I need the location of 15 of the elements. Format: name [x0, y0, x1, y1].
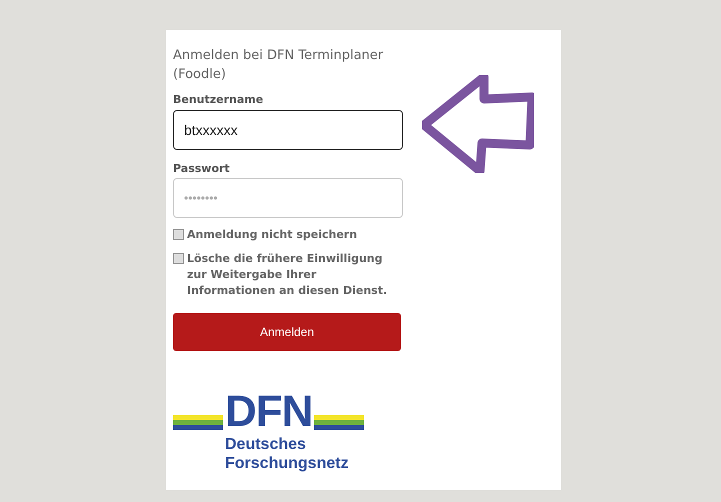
arrow-icon: [422, 75, 534, 173]
checkbox-label: Anmeldung nicht speichern: [187, 227, 358, 243]
login-button[interactable]: Anmelden: [173, 313, 401, 351]
stripes-icon: [314, 415, 364, 431]
login-title: Anmelden bei DFN Terminplaner (Foodle): [173, 47, 384, 84]
checkbox-label: Lösche die frühere Einwilligung zur Weitergabe Ihrer Informationen an diesen Dienst.: [187, 251, 388, 299]
stripes-icon: [173, 415, 223, 431]
checkbox[interactable]: [173, 253, 184, 264]
checkbox[interactable]: [173, 229, 184, 240]
logo-subtitle: Forschungsnetz: [225, 454, 350, 473]
username-field[interactable]: btxxxxxx: [173, 110, 403, 150]
field-label: Passwort: [173, 160, 231, 176]
logo-subtitle: Deutsches: [225, 435, 307, 454]
field-label: Benutzername: [173, 92, 264, 108]
logo-text: DFN: [225, 393, 312, 431]
